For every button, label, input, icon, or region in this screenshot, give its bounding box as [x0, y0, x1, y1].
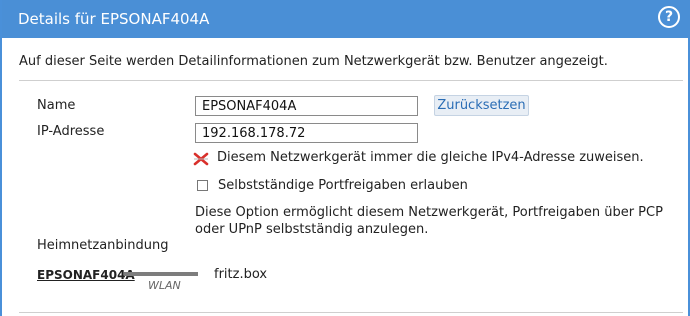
- device-link[interactable]: EPSONAF404A: [37, 268, 135, 282]
- portfreigaben-label: Selbstständige Portfreigaben erlauben: [218, 178, 468, 193]
- name-input[interactable]: [195, 96, 418, 116]
- divider-bottom: [19, 312, 683, 313]
- divider: [19, 80, 683, 81]
- help-button[interactable]: ?: [658, 6, 680, 28]
- details-dialog: Details für EPSONAF404A ? Auf dieser Sei…: [0, 0, 690, 316]
- connection-type: WLAN: [148, 279, 181, 292]
- router-name: fritz.box: [214, 267, 268, 282]
- cross-icon[interactable]: [193, 151, 209, 165]
- help-icon: ?: [664, 9, 674, 25]
- title-bar: Details für EPSONAF404A ?: [2, 0, 690, 38]
- dialog-title: Details für EPSONAF404A: [18, 10, 210, 28]
- portfreigaben-checkbox[interactable]: [197, 180, 208, 191]
- heimnetz-label: Heimnetzanbindung: [37, 238, 169, 253]
- ip-label: IP-Adresse: [37, 124, 105, 139]
- portfreigaben-info: Diese Option ermöglicht diesem Netzwerkg…: [195, 205, 663, 237]
- ip-input[interactable]: [195, 123, 418, 143]
- reset-button[interactable]: Zurücksetzen: [434, 95, 529, 116]
- name-label: Name: [37, 98, 76, 113]
- same-ip-option[interactable]: Diesem Netzwerkgerät immer die gleiche I…: [193, 150, 644, 165]
- same-ip-label: Diesem Netzwerkgerät immer die gleiche I…: [217, 150, 644, 165]
- page-description: Auf dieser Seite werden Detailinformatio…: [19, 54, 608, 69]
- portfreigaben-option[interactable]: Selbstständige Portfreigaben erlauben: [197, 178, 468, 193]
- connection-line: [124, 272, 198, 276]
